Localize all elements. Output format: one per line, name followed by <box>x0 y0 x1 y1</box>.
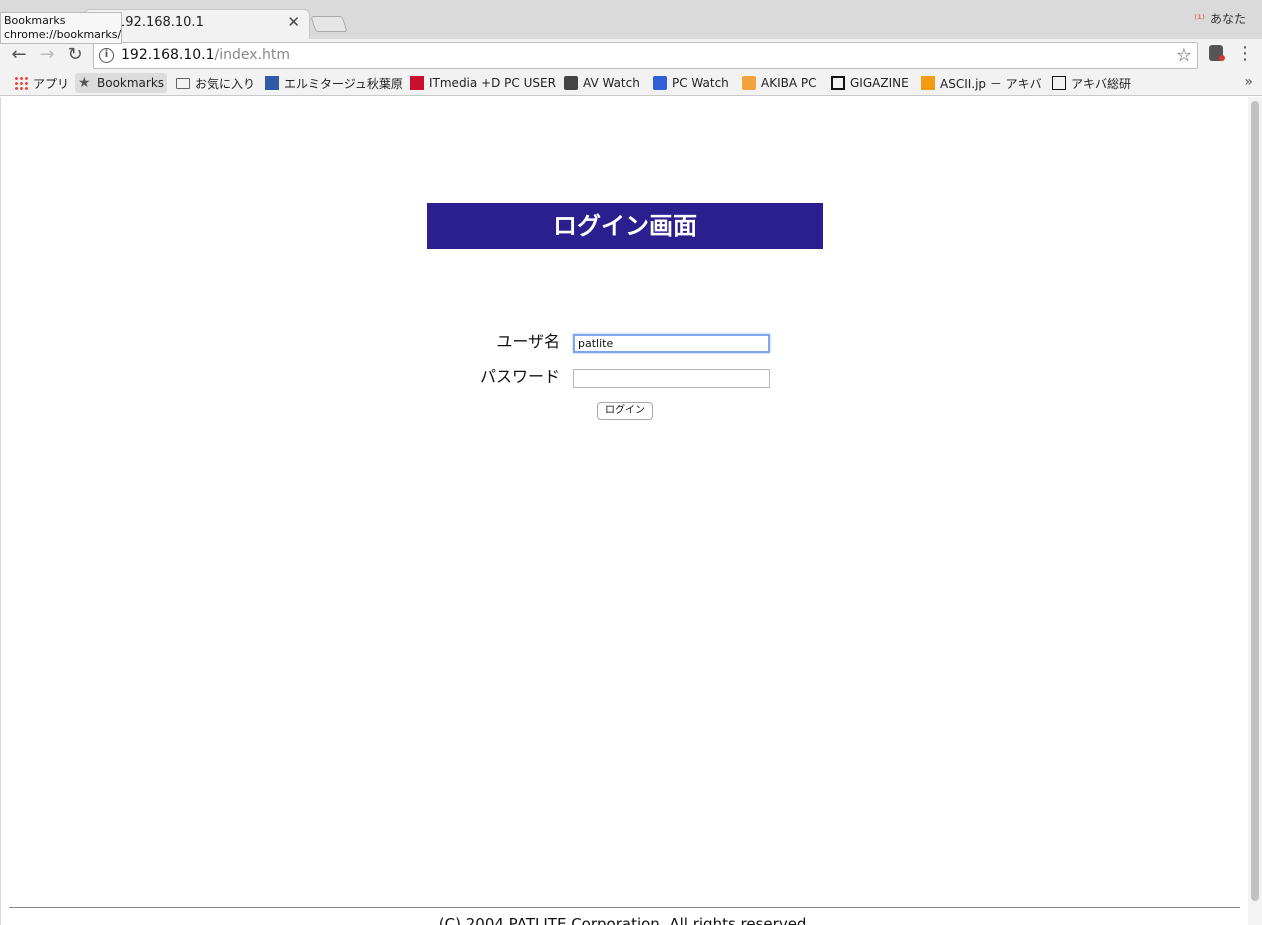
bookmark-av-watch[interactable]: AV Watch <box>561 73 643 93</box>
username-input[interactable] <box>573 334 770 353</box>
password-row: パスワード <box>401 365 801 389</box>
tooltip-url: chrome://bookmarks/ <box>4 28 122 41</box>
bookmark-label: エルミタージュ秋葉原 <box>284 76 403 91</box>
bookmark-gigazine[interactable]: GIGAZINE <box>828 73 912 93</box>
bookmark-ascii[interactable]: ASCII.jp － アキバ <box>918 73 1045 93</box>
profile-button[interactable]: ⁽¹⁾ あなた <box>1194 10 1246 27</box>
forward-arrow-icon[interactable]: → <box>36 44 58 66</box>
bookmark-akiba-pc[interactable]: AKIBA PC <box>739 73 820 93</box>
akiba-pc-icon <box>742 76 756 90</box>
profile-name: あなた <box>1209 12 1246 26</box>
info-icon[interactable]: i <box>99 48 114 63</box>
vertical-scrollbar[interactable] <box>1248 97 1262 925</box>
bookmark-itmedia[interactable]: ITmedia +D PC USER <box>407 73 559 93</box>
username-label: ユーザ名 <box>496 332 560 351</box>
back-arrow-icon[interactable]: ← <box>8 44 30 66</box>
gigazine-icon <box>831 76 845 90</box>
bookmark-label: お気に入り <box>195 76 256 91</box>
url-host: 192.168.10.1 <box>121 47 215 63</box>
address-bar[interactable]: i 192.168.10.1/index.htm ☆ <box>93 42 1198 69</box>
username-row: ユーザ名 <box>401 330 801 354</box>
bookmark-tooltip: Bookmarks chrome://bookmarks/ <box>0 12 122 44</box>
page-content: ログイン画面 ユーザ名 パスワード ログイン (C) 2004 PATLITE … <box>0 97 1262 925</box>
itmedia-icon <box>410 76 424 90</box>
reload-icon[interactable]: ↻ <box>64 44 86 66</box>
bookmark-bookmarks[interactable]: ★ Bookmarks <box>75 73 168 93</box>
scrollbar-thumb[interactable] <box>1251 101 1259 901</box>
menu-dots-icon[interactable]: ⋮ <box>1236 43 1254 64</box>
ascii-icon <box>921 76 935 90</box>
bookmark-label: ITmedia +D PC USER <box>429 76 556 90</box>
extension-icon[interactable] <box>1209 45 1225 61</box>
tab-close-icon[interactable]: ✕ <box>287 13 300 31</box>
bookmark-hermitage[interactable]: エルミタージュ秋葉原 <box>262 73 406 93</box>
star-icon: ★ <box>78 75 91 91</box>
password-input[interactable] <box>573 369 770 388</box>
bookmark-label: アプリ <box>33 76 70 91</box>
password-label: パスワード <box>479 367 560 386</box>
footer-copyright: (C) 2004 PATLITE Corporation. All rights… <box>438 915 812 925</box>
bookmark-label: PC Watch <box>672 76 729 90</box>
tab-title: 192.168.10.1 <box>117 15 204 30</box>
akiba-souken-icon <box>1052 76 1066 90</box>
new-tab-button[interactable] <box>310 16 348 32</box>
url-path: /index.htm <box>214 47 290 63</box>
apps-icon <box>14 76 28 90</box>
bookmark-apps[interactable]: アプリ <box>11 73 72 93</box>
bookmark-akiba-souken[interactable]: アキバ総研 <box>1049 73 1134 93</box>
chevron-more-icon[interactable]: » <box>1244 74 1253 90</box>
bookmark-folder-favorites[interactable]: お気に入り <box>173 73 258 93</box>
profile-icon: ⁽¹⁾ <box>1194 12 1205 26</box>
bookmark-label: AV Watch <box>583 76 640 90</box>
bookmark-label: AKIBA PC <box>761 76 817 90</box>
bookmark-label: Bookmarks <box>97 76 165 90</box>
footer-divider <box>9 907 1240 908</box>
hermitage-icon <box>265 76 279 90</box>
pc-watch-icon <box>653 76 667 90</box>
bookmark-label: GIGAZINE <box>850 76 909 90</box>
bookmark-pc-watch[interactable]: PC Watch <box>650 73 732 93</box>
bookmark-label: ASCII.jp － アキバ <box>940 76 1042 91</box>
av-watch-icon <box>564 76 578 90</box>
bookmark-star-icon[interactable]: ☆ <box>1176 45 1192 66</box>
login-button[interactable]: ログイン <box>597 402 653 420</box>
bookmarks-bar: アプリ ★ Bookmarks お気に入り エルミタージュ秋葉原 ITmedia… <box>0 71 1262 96</box>
tooltip-title: Bookmarks <box>4 14 66 27</box>
tab-strip: 192.168.10.1 ✕ ⁽¹⁾ あなた <box>0 0 1262 40</box>
browser-toolbar: ← → ↻ i 192.168.10.1/index.htm ☆ ⋮ <box>0 39 1262 71</box>
folder-icon <box>176 77 190 89</box>
bookmark-label: アキバ総研 <box>1071 76 1132 91</box>
url-text: 192.168.10.1/index.htm <box>121 47 290 63</box>
page-title: ログイン画面 <box>427 203 823 249</box>
